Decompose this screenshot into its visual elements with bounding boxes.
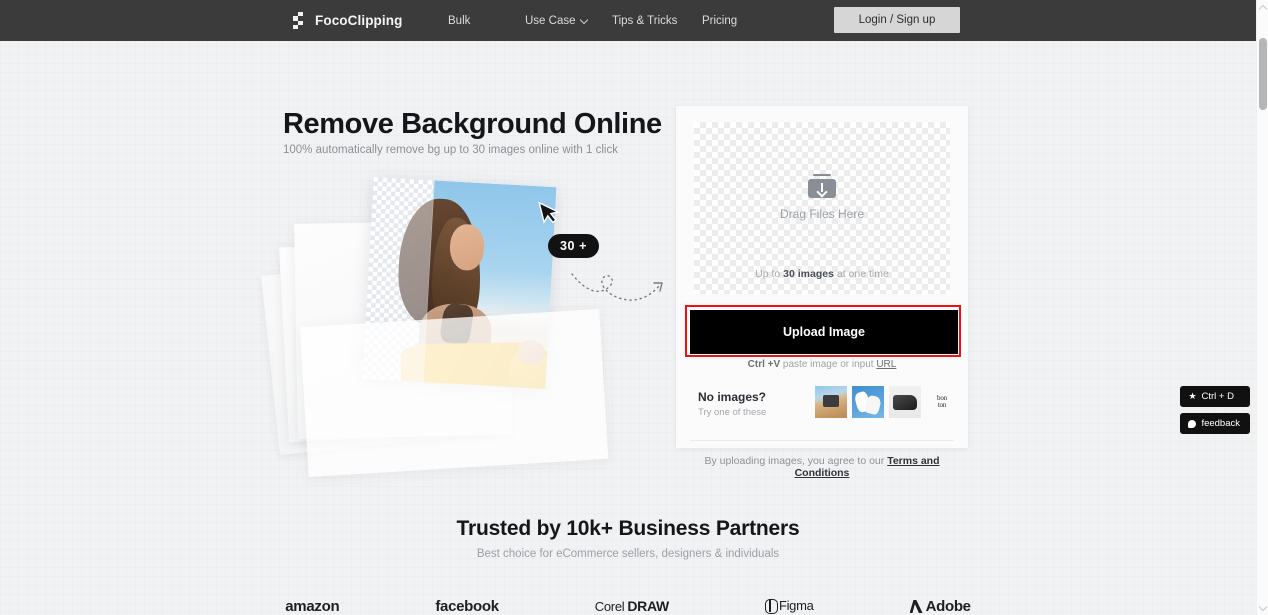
scrollbar-up-arrow-icon[interactable] — [1257, 2, 1268, 14]
scrollbar-down-arrow-icon[interactable] — [1257, 601, 1268, 613]
page-title: Remove Background Online — [283, 108, 662, 140]
nav-label-use-case: Use Case — [525, 14, 576, 27]
floating-widgets: ★ Ctrl + D feedback — [1180, 386, 1250, 434]
sample-thumbnails: bon ton — [815, 386, 958, 418]
paste-shortcut: Ctrl +V — [747, 359, 781, 370]
site-logo[interactable]: FocoClipping — [293, 12, 402, 29]
sample-subtitle: Try one of these — [698, 407, 767, 418]
panel-divider — [690, 440, 954, 441]
sample-thumb-white-sneakers[interactable] — [852, 386, 884, 418]
file-dropzone[interactable]: Drag Files Here Up to 30 images at one t… — [694, 122, 950, 294]
nav-item-bulk[interactable]: Bulk — [448, 11, 470, 31]
nav-label-bulk: Bulk — [448, 14, 471, 27]
nav-label-pricing: Pricing — [702, 14, 738, 27]
upload-button-highlight: Upload Image — [685, 305, 961, 357]
adobe-word: Adobe — [925, 598, 971, 615]
scrollbar-thumb[interactable] — [1259, 38, 1267, 110]
limit-suffix: at one time — [833, 268, 889, 280]
star-icon: ★ — [1188, 391, 1197, 401]
dropzone-label: Drag Files Here — [779, 206, 865, 221]
chevron-down-icon — [581, 16, 589, 24]
figma-word: Figma — [778, 598, 814, 613]
nav-label-tips-tricks: Tips & Tricks — [612, 14, 678, 27]
bookmark-label: Ctrl + D — [1201, 391, 1234, 402]
terms-text: By uploading images, you agree to our — [704, 455, 888, 467]
sample-thumb-woman-with-camera[interactable] — [815, 386, 847, 418]
partner-logos: amazon facebook Corel DRAW Figma Adobe — [0, 598, 1256, 615]
fococlipping-logo-icon — [293, 12, 308, 29]
sample-images-section: No images? Try one of these bon ton — [676, 386, 968, 434]
sample-text-block: No images? Try one of these — [698, 390, 766, 418]
corel-word: Corel — [594, 598, 625, 614]
page-subtitle: 100% automatically remove bg up to 30 im… — [283, 144, 618, 156]
page-scrollbar[interactable] — [1256, 0, 1268, 615]
sample-title: No images? — [698, 390, 767, 404]
partner-logo-adobe: Adobe — [909, 598, 971, 615]
login-signup-button[interactable]: Login / Sign up — [834, 7, 960, 33]
collage-translucent-sheet — [299, 308, 609, 478]
paste-url-link[interactable]: URL — [876, 359, 896, 370]
logo-text: FocoClipping — [315, 13, 403, 28]
sample-thumb-bon-ton-logo[interactable]: bon ton — [926, 386, 958, 418]
site-header: FocoClipping Bulk Use Case Tips & Tricks… — [0, 0, 1256, 41]
page-root: FocoClipping Bulk Use Case Tips & Tricks… — [0, 0, 1268, 615]
bon-ton-line-2: ton — [937, 401, 947, 409]
partner-logo-coreldraw: Corel DRAW — [595, 598, 669, 614]
dropzone-limit-note: Up to 30 images at one time — [694, 268, 950, 280]
upload-tray-icon — [808, 173, 836, 198]
bon-ton-logo-text: bon ton — [937, 395, 947, 409]
paste-text: paste image or input — [780, 359, 877, 370]
feedback-button[interactable]: feedback — [1180, 413, 1250, 434]
nav-item-tips-tricks[interactable]: Tips & Tricks — [612, 11, 677, 31]
feedback-label: feedback — [1201, 418, 1240, 429]
speech-bubble-icon — [1188, 419, 1197, 428]
terms-notice: By uploading images, you agree to our Te… — [676, 455, 968, 479]
limit-prefix: Up to — [755, 268, 784, 280]
dashed-loop-arrow-icon — [570, 262, 670, 313]
paste-hint: Ctrl +V paste image or input URL — [676, 359, 968, 370]
partner-logo-figma: Figma — [764, 598, 814, 614]
bookmark-shortcut-pill[interactable]: ★ Ctrl + D — [1180, 386, 1250, 407]
adobe-icon — [909, 600, 923, 613]
draw-word: DRAW — [627, 598, 669, 614]
trusted-subtitle: Best choice for eCommerce sellers, desig… — [476, 548, 780, 560]
upload-image-button[interactable]: Upload Image — [690, 310, 958, 354]
figma-icon — [764, 599, 778, 614]
limit-count: 30 images — [783, 268, 834, 280]
nav-item-pricing[interactable]: Pricing — [702, 11, 737, 31]
trusted-title: Trusted by 10k+ Business Partners — [456, 517, 800, 540]
image-count-badge: 30 + — [548, 234, 600, 258]
hero-collage: 30 + — [260, 170, 680, 500]
partner-logo-amazon: amazon — [285, 598, 340, 615]
nav-item-use-case[interactable]: Use Case — [525, 11, 589, 31]
partner-logo-facebook: facebook — [435, 598, 499, 615]
sample-thumb-black-camera[interactable] — [889, 386, 921, 418]
